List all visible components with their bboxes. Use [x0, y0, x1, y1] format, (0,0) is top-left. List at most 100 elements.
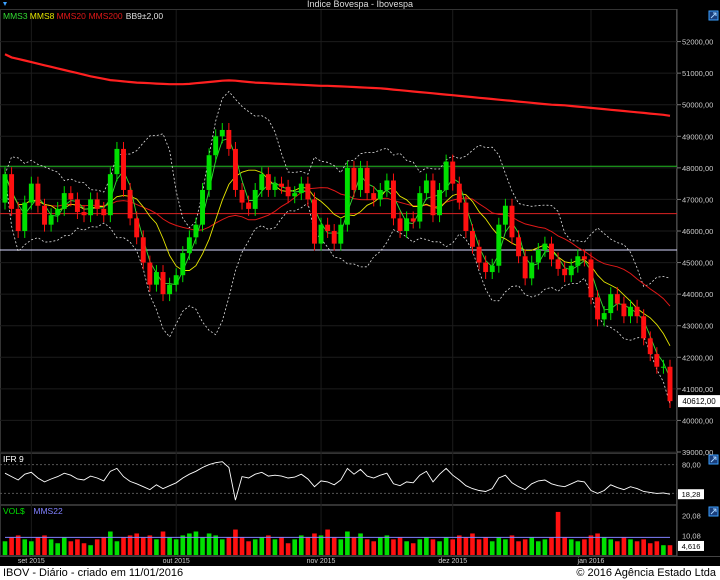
volume-bar: [476, 539, 482, 555]
volume-bar: [226, 537, 232, 555]
candle-body: [35, 183, 41, 206]
candle-body: [285, 186, 291, 197]
candle-body: [450, 161, 456, 184]
candle-body: [213, 136, 219, 156]
candle-body: [351, 167, 357, 190]
candle-body: [608, 294, 614, 314]
volume-bar: [608, 539, 614, 555]
candle-body: [147, 262, 153, 285]
volume-bar: [127, 535, 133, 555]
candle-body: [173, 275, 179, 285]
candle-body: [562, 268, 568, 276]
x-tick-label: dez 2015: [438, 558, 467, 565]
candle-body: [621, 303, 627, 317]
volume-bar: [345, 531, 350, 555]
ifr-series: [0, 461, 677, 501]
candle-body: [423, 180, 429, 194]
candle-body: [390, 180, 396, 219]
y-tick-label: 42000,00: [682, 353, 713, 362]
candle-body: [121, 148, 126, 190]
price-legend-item: MMS20: [57, 11, 87, 21]
volume-bar: [582, 539, 587, 555]
volume-bar: [233, 529, 238, 555]
volume-bar: [522, 539, 528, 555]
candle-body: [232, 148, 238, 190]
expand-icon[interactable]: [708, 506, 719, 517]
candle-body: [265, 174, 271, 190]
y-tick-label: 52000,00: [682, 38, 713, 47]
volume-bar: [246, 541, 251, 555]
volume-bar: [489, 541, 495, 555]
volume-bar: [167, 537, 172, 555]
ifr-y-tick-label: 80,00: [682, 461, 701, 470]
volume-bar: [601, 537, 607, 555]
candle-body: [94, 199, 100, 209]
candle-body: [344, 167, 350, 225]
candle-body: [298, 183, 304, 194]
volume-bar: [410, 543, 416, 555]
volume-bar: [536, 541, 541, 555]
volume-bar: [219, 539, 225, 555]
y-tick-label: 47000,00: [682, 195, 713, 204]
candle-body: [239, 189, 245, 203]
volume-bar: [108, 531, 113, 555]
volume-bar: [457, 535, 462, 555]
volume-bar: [654, 541, 660, 555]
candle-body: [101, 208, 107, 216]
candle-body: [463, 202, 469, 231]
candle-body: [2, 174, 8, 203]
candle-body: [404, 218, 410, 231]
candle-body: [437, 189, 443, 216]
volume-bar: [542, 539, 548, 555]
volume-bar: [621, 537, 627, 555]
candle-body: [456, 183, 462, 203]
volume-bar: [516, 541, 521, 555]
volume-bar: [325, 529, 330, 555]
candle-body: [660, 366, 666, 368]
volume-bar: [187, 533, 192, 555]
y-tick-label: 41000,00: [682, 385, 713, 394]
mms3-line: [4, 137, 671, 379]
candle-body: [628, 306, 633, 317]
volume-bar: [371, 541, 377, 555]
volume-bar: [272, 539, 278, 555]
candle-body: [292, 193, 298, 197]
price-legend-item: MMS3: [3, 11, 28, 21]
candle-body: [114, 148, 120, 175]
volume-bar: [292, 539, 298, 555]
x-tick-label: set 2015: [18, 558, 45, 565]
candle-body: [160, 272, 166, 295]
y-tick-label: 43000,00: [682, 322, 713, 331]
bb-upper-line: [4, 90, 671, 288]
candle-body: [575, 256, 581, 266]
volume-bar: [48, 539, 54, 555]
candle-body: [667, 366, 673, 402]
volume-bar: [358, 533, 363, 555]
candle-body: [180, 253, 186, 276]
x-tick-label: out 2015: [163, 558, 190, 565]
candle-body: [9, 174, 15, 209]
moving-averages: [4, 53, 671, 405]
candle-body: [535, 249, 541, 263]
volume-bar: [55, 543, 60, 555]
volume-bar: [404, 541, 409, 555]
volume-bar: [397, 537, 403, 555]
candle-body: [28, 183, 34, 203]
candle-body: [305, 183, 311, 200]
candle-body: [48, 215, 54, 225]
volume-bar: [180, 535, 186, 555]
volume-bar: [140, 537, 146, 555]
y-tick-label: 39000,00: [682, 448, 713, 457]
mms8-line: [4, 169, 671, 347]
volume-bar: [22, 539, 28, 555]
candle-body: [476, 246, 482, 263]
expand-icon[interactable]: [708, 10, 719, 21]
candle-body: [371, 193, 377, 200]
candle-body: [134, 218, 140, 238]
mms200-line: [4, 53, 671, 117]
candle-body: [42, 205, 47, 225]
volume-bar: [15, 535, 21, 555]
volume-bar: [147, 535, 153, 555]
chart-title: Indice Bovespa - Ibovespa: [307, 0, 413, 9]
volume-bar: [101, 537, 107, 555]
